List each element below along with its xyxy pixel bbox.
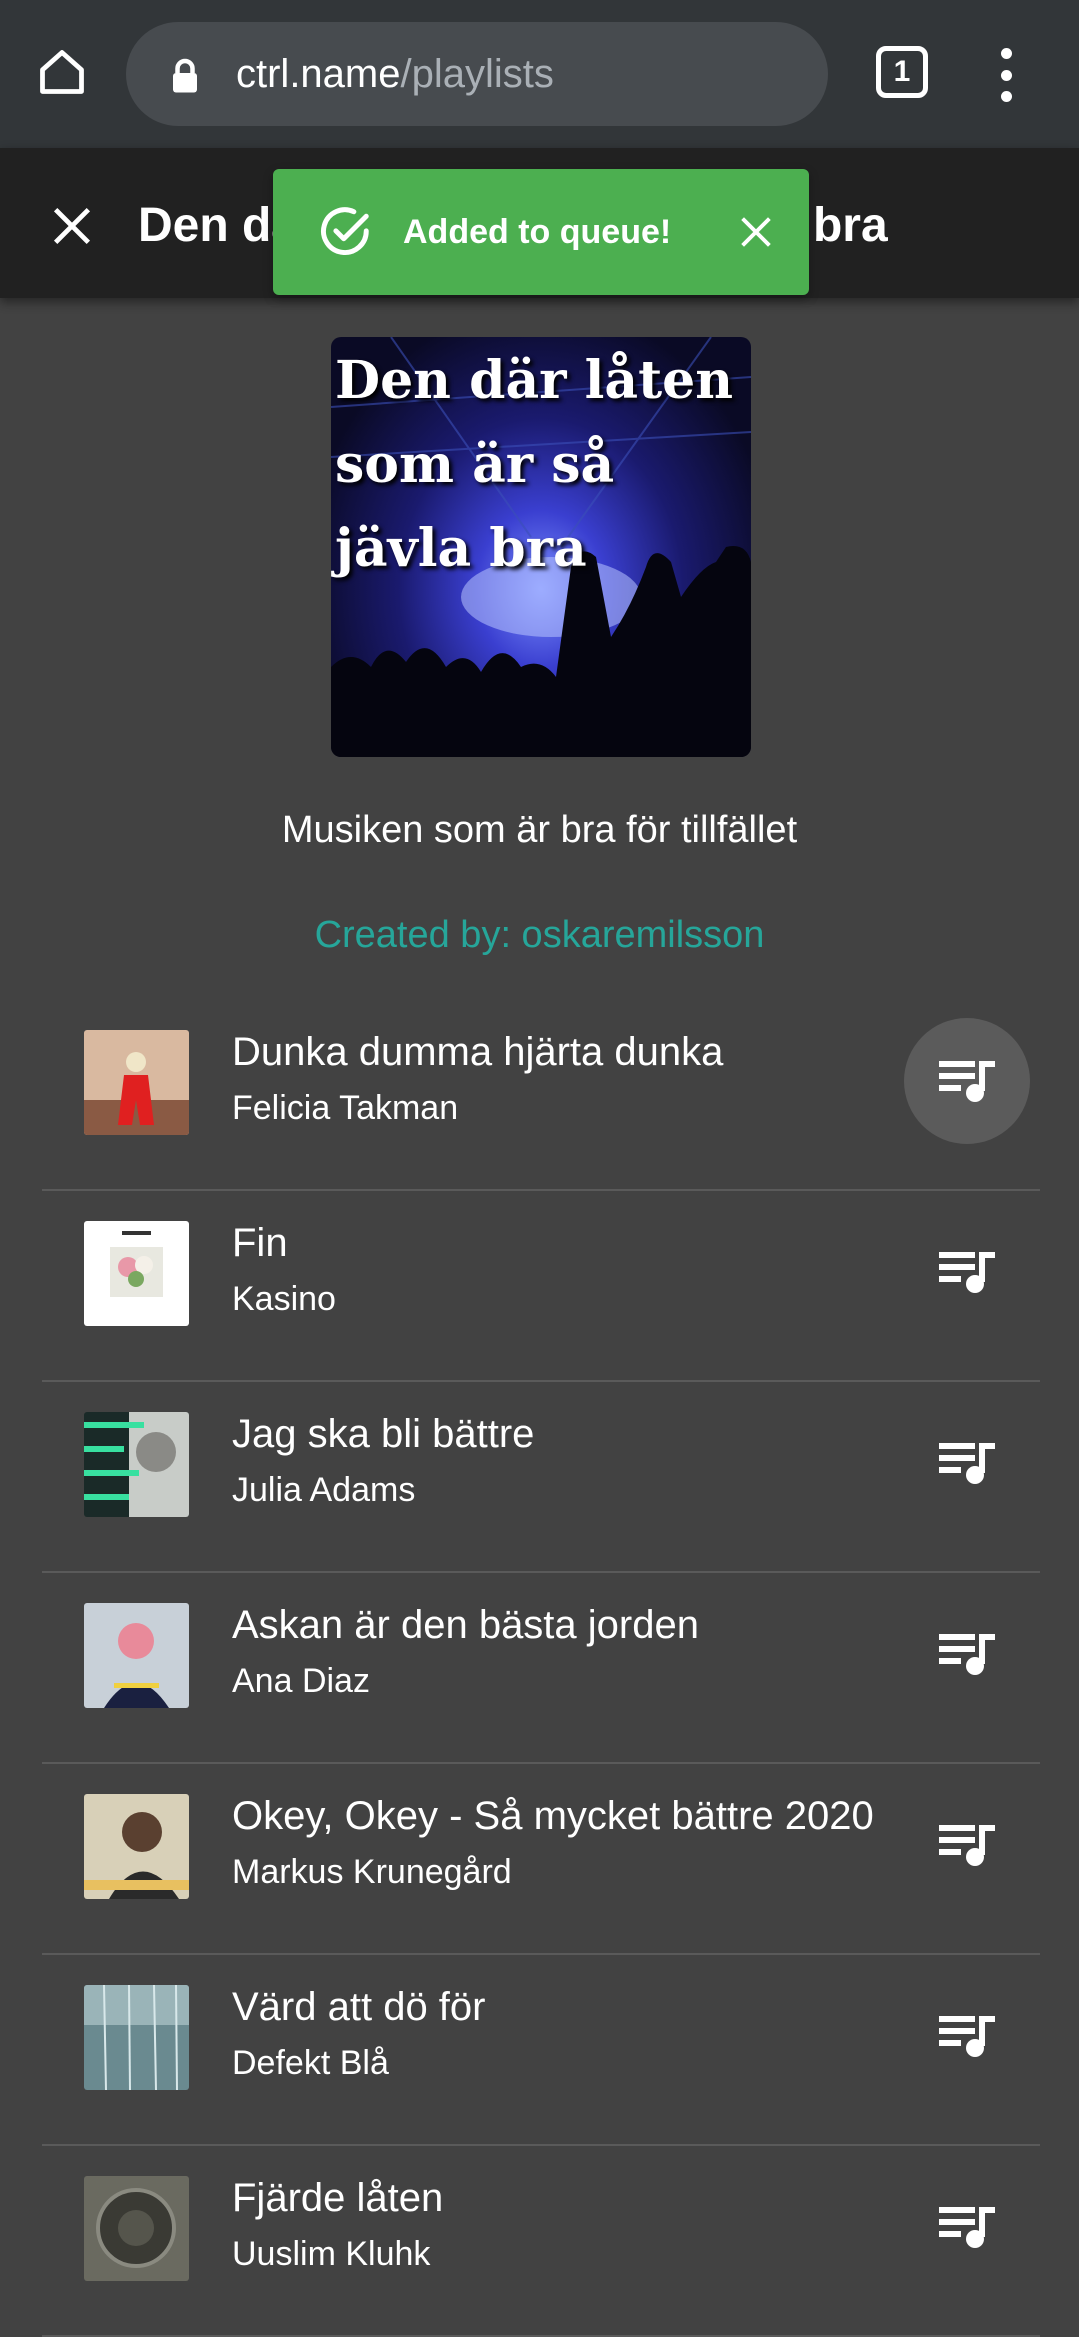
- check-circle-icon: [321, 207, 369, 255]
- address-bar[interactable]: ctrl.name/playlists: [126, 22, 828, 126]
- track-row[interactable]: Okey, Okey - Så mycket bättre 2020 Marku…: [42, 1764, 1040, 1955]
- track-artist: Uuslim Kluhk: [232, 2235, 431, 2273]
- track-title: Dunka dumma hjärta dunka: [232, 1030, 724, 1074]
- track-row[interactable]: Dunka dumma hjärta dunka Felicia Takman: [42, 1000, 1040, 1191]
- playlist-creator[interactable]: Created by: oskaremilsson: [0, 905, 1079, 965]
- browser-toolbar: ctrl.name/playlists 1: [0, 0, 1079, 148]
- queue-music-icon: [939, 1634, 995, 1675]
- album-art: [84, 1985, 189, 2090]
- close-icon[interactable]: [40, 194, 104, 258]
- track-row[interactable]: Askan är den bästa jorden Ana Diaz: [42, 1573, 1040, 1764]
- queue-music-icon: [939, 2016, 995, 2057]
- track-title: Jag ska bli bättre: [232, 1412, 535, 1456]
- toast-close-icon[interactable]: [733, 209, 779, 255]
- track-title: Okey, Okey - Så mycket bättre 2020: [232, 1794, 874, 1838]
- add-to-queue-button[interactable]: [904, 1209, 1030, 1335]
- track-title: Fin: [232, 1221, 288, 1265]
- home-icon[interactable]: [30, 40, 94, 104]
- url-host: ctrl.name: [236, 52, 401, 96]
- track-row[interactable]: Jag ska bli bättre Julia Adams: [42, 1382, 1040, 1573]
- album-art: [84, 1794, 189, 1899]
- track-artist: Kasino: [232, 1280, 336, 1318]
- track-title: Fjärde låten: [232, 2176, 444, 2220]
- track-artist: Markus Krunegård: [232, 1853, 512, 1891]
- tab-switcher-button[interactable]: 1: [876, 46, 928, 98]
- track-artist: Julia Adams: [232, 1471, 416, 1509]
- album-art: [84, 1221, 189, 1326]
- playlist-cover: Den där låten som är så jävla bra: [331, 337, 751, 757]
- add-to-queue-button[interactable]: [904, 1782, 1030, 1908]
- album-art: [84, 2176, 189, 2281]
- album-art: [84, 1412, 189, 1517]
- track-artist: Defekt Blå: [232, 2044, 389, 2082]
- add-to-queue-button[interactable]: [904, 1973, 1030, 2099]
- toast-message: Added to queue!: [403, 213, 672, 251]
- playlist-description: Musiken som är bra för tillfället: [281, 809, 798, 851]
- track-row[interactable]: Värd att dö för Defekt Blå: [42, 1955, 1040, 2146]
- queue-music-icon: [939, 1825, 995, 1866]
- track-artist: Felicia Takman: [232, 1089, 459, 1127]
- queue-music-icon: [939, 1443, 995, 1484]
- track-title: Askan är den bästa jorden: [232, 1603, 699, 1647]
- add-to-queue-button[interactable]: [904, 1400, 1030, 1526]
- add-to-queue-button[interactable]: [904, 2164, 1030, 2290]
- tab-count: 1: [893, 55, 911, 88]
- queue-music-icon: [939, 1061, 995, 1102]
- track-row[interactable]: Fjärde låten Uuslim Kluhk: [42, 2146, 1040, 2337]
- lock-icon: [173, 58, 197, 93]
- cover-text: Den där låten som är så jävla bra: [335, 350, 733, 579]
- url-text: ctrl.name/playlists: [236, 52, 554, 96]
- track-artist: Ana Diaz: [232, 1662, 370, 1700]
- track-row[interactable]: Fin Kasino: [42, 1191, 1040, 1382]
- album-art: [84, 1030, 189, 1135]
- browser-menu-icon[interactable]: [986, 48, 1026, 102]
- url-path: /playlists: [400, 52, 554, 96]
- album-art: [84, 1603, 189, 1708]
- track-title: Värd att dö för: [232, 1985, 486, 2029]
- queue-music-icon: [939, 1252, 995, 1293]
- add-to-queue-button[interactable]: [904, 1018, 1030, 1144]
- toast-notification: Added to queue!: [273, 169, 809, 295]
- track-list: Dunka dumma hjärta dunka Felicia Takman: [42, 1000, 1040, 2337]
- queue-music-icon: [939, 2207, 995, 2248]
- add-to-queue-button[interactable]: [904, 1591, 1030, 1717]
